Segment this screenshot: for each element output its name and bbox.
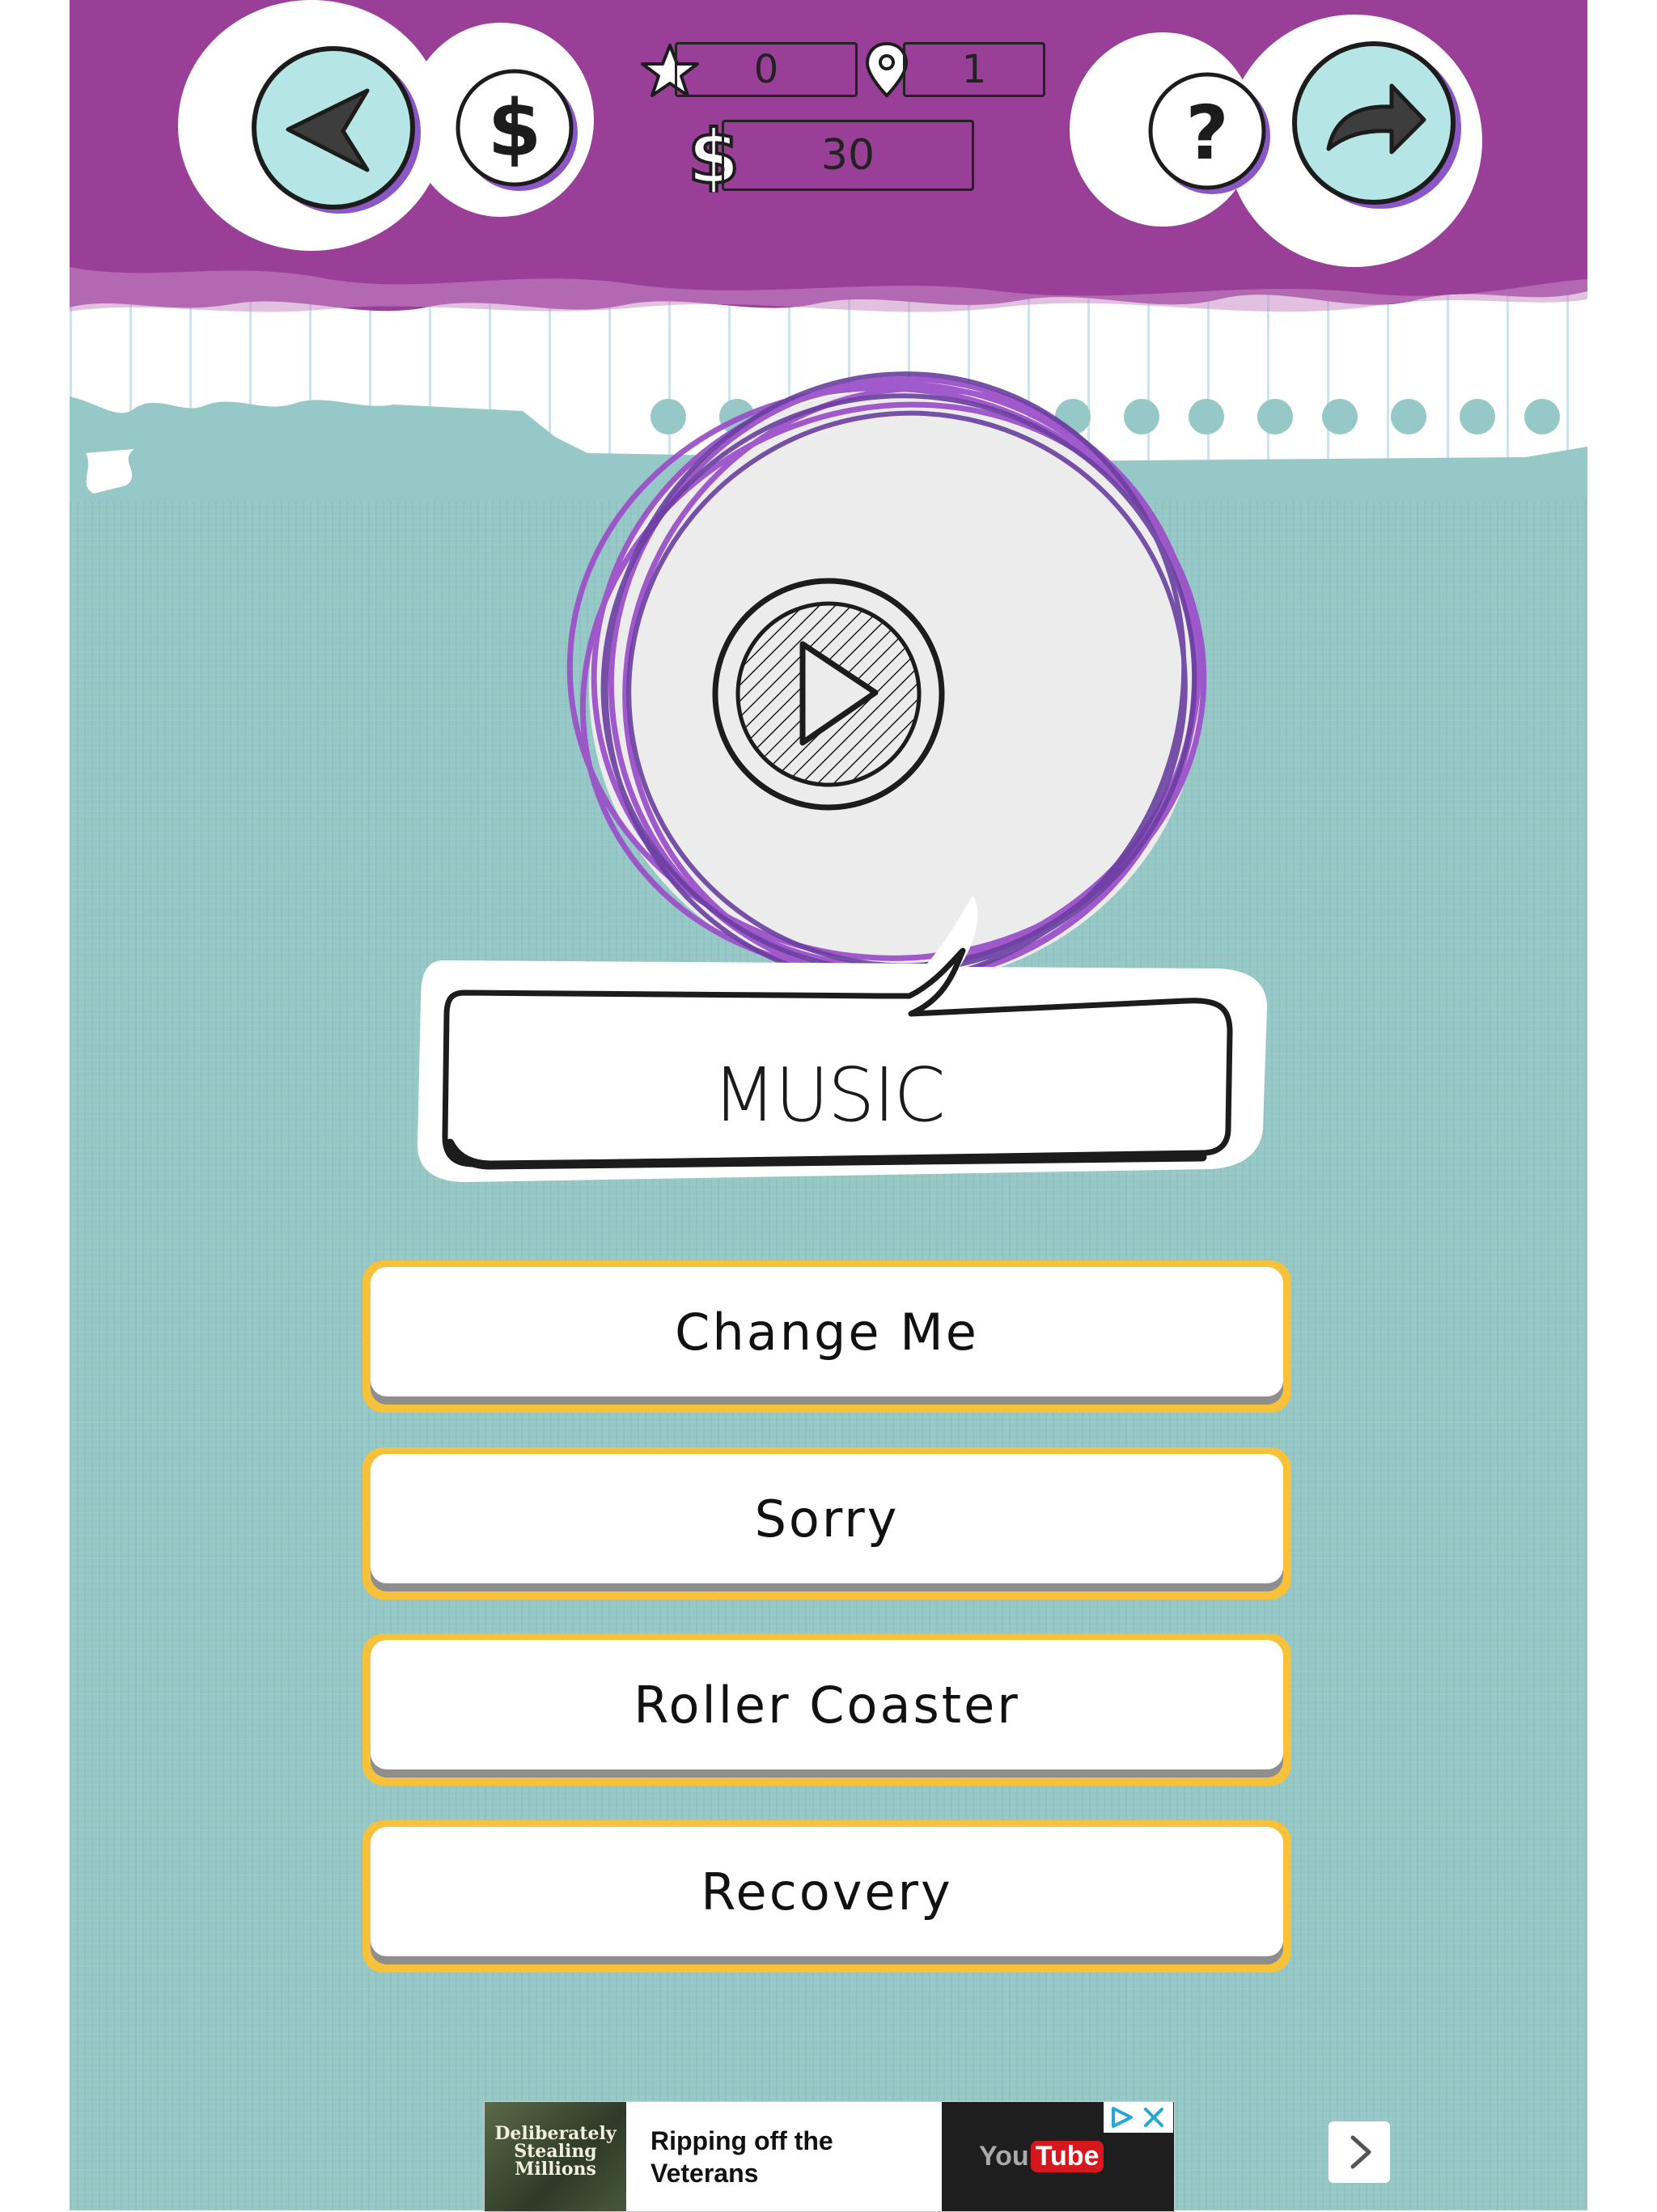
shop-button[interactable]: $ (450, 65, 579, 194)
answer-card-1: Change Me (371, 1267, 1283, 1396)
play-icon (712, 578, 945, 811)
answer-button-4[interactable]: Recovery (362, 1820, 1291, 1973)
category-bubble: MUSIC (409, 886, 1324, 1234)
svg-text:$: $ (488, 83, 542, 174)
answer-label-1: Change Me (675, 1302, 979, 1362)
ad-thumb-line-3: Millions (515, 2159, 596, 2180)
coins-value: 30 (820, 131, 875, 180)
category-title: MUSIC (712, 1052, 945, 1138)
answer-card-3: Roller Coaster (371, 1640, 1283, 1769)
answer-card-4: Recovery (371, 1827, 1283, 1956)
coins-counter: 30 (722, 120, 974, 191)
ad-choices-bar (1104, 2102, 1173, 2133)
chevron-right-icon (1350, 2135, 1371, 2169)
ad-next-button[interactable] (1329, 2121, 1390, 2183)
play-button[interactable] (707, 573, 950, 816)
youtube-logo-tube: Tube (1030, 2141, 1104, 2172)
dollar-icon: $ (456, 69, 578, 191)
stars-value: 0 (753, 47, 779, 92)
ad-thumb-line-1: Deliberately (494, 2123, 617, 2144)
ad-thumb-line-2: Stealing (514, 2141, 597, 2162)
back-arrow-icon (252, 46, 421, 214)
close-icon[interactable] (1141, 2105, 1167, 2129)
ad-thumbnail: Deliberately Stealing Millions (485, 2102, 626, 2211)
youtube-logo: You Tube (979, 2141, 1104, 2172)
letterbox-left (0, 0, 70, 2210)
share-button[interactable] (1286, 36, 1466, 215)
stars-counter: 0 (675, 42, 858, 97)
answer-button-2[interactable]: Sorry (362, 1447, 1291, 1600)
share-arrow-icon (1292, 41, 1461, 209)
answer-button-3[interactable]: Roller Coaster (362, 1634, 1291, 1786)
ad-thumbnail-text: Deliberately Stealing Millions (485, 2125, 626, 2178)
level-counter: 1 (903, 42, 1045, 97)
question-icon: ? (1148, 72, 1270, 194)
answer-label-4: Recovery (701, 1862, 953, 1922)
letterbox-right (1587, 0, 1657, 2210)
game-screen: $ 0 1 $ 30 ? MUSIC Change Me Sorry Rolle… (70, 0, 1587, 2210)
adchoices-icon[interactable] (1108, 2105, 1136, 2129)
youtube-logo-you: You (979, 2141, 1029, 2172)
level-value: 1 (961, 47, 987, 92)
ad-banner[interactable]: Deliberately Stealing Millions Ripping o… (484, 2101, 1390, 2212)
answer-card-2: Sorry (371, 1454, 1283, 1583)
top-header: $ 0 1 $ 30 ? (70, 0, 1587, 324)
help-button[interactable]: ? (1142, 68, 1272, 197)
answer-label-2: Sorry (754, 1489, 900, 1549)
back-button[interactable] (246, 40, 426, 220)
ad-headline: Ripping off the Veterans (651, 2126, 833, 2188)
answer-button-1[interactable]: Change Me (362, 1261, 1291, 1413)
svg-text:?: ? (1185, 90, 1228, 176)
answer-label-3: Roller Coaster (634, 1675, 1020, 1735)
